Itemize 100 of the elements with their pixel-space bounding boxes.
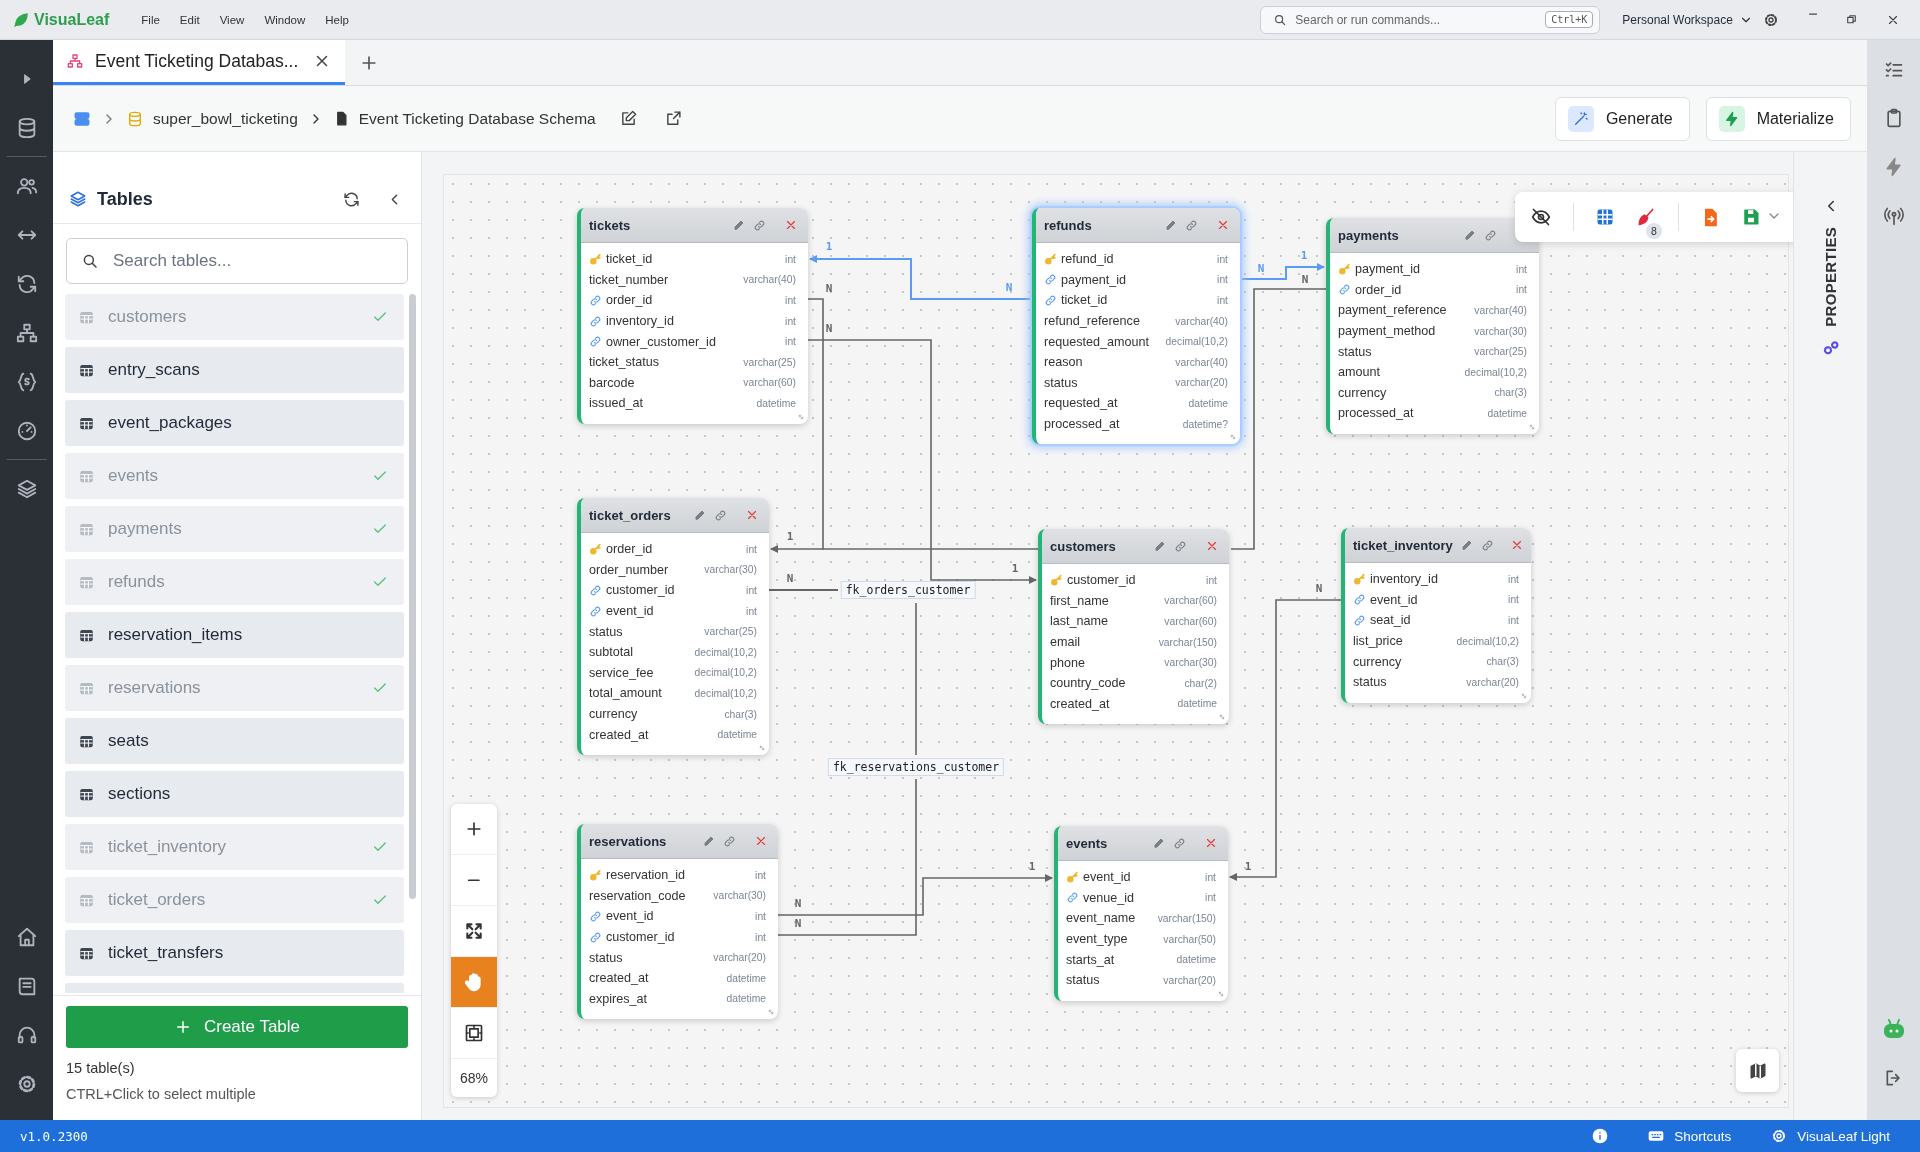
table-list-item[interactable]: event_packages [65,400,404,446]
column-name: inventory_id [1370,572,1439,587]
column-name: last_name [1050,614,1110,629]
table-list-item[interactable]: entry_scans [65,347,404,393]
scrollbar-thumb[interactable] [409,294,416,899]
save-icon[interactable] [1742,208,1760,226]
column-name: reservation_id [606,868,687,883]
link-icon [1338,283,1351,297]
refresh-icon[interactable] [343,190,360,208]
column-type: char(3) [1494,387,1527,399]
table-card[interactable]: refunds refund_id int payment_id int ticket_id int refund_reference varchar(40) requested_amount decimal(10,2) reason varchar(40) status varchar(20) requested_at datetime processed_at datetime? [1032,208,1240,445]
database-icon [127,110,143,127]
link-icon[interactable] [714,508,727,522]
grid-icon[interactable] [1596,208,1614,226]
antenna-icon[interactable] [1883,205,1904,226]
server-icon[interactable] [73,109,91,128]
theme-button[interactable]: VisuaLeaf Light [1771,1128,1890,1144]
menu-item[interactable]: Help [315,13,359,26]
create-table-button[interactable]: Create Table [66,1006,408,1048]
relationship-line[interactable] [777,778,917,936]
column-name: requested_at [1044,396,1119,411]
column-type: char(3) [1486,656,1519,668]
tab[interactable]: Event Ticketing Databas... [53,40,345,85]
link-icon[interactable] [1173,836,1186,850]
column-type: int [746,543,757,555]
cardinality-label: N [1315,582,1323,595]
relationship-line[interactable] [777,874,1053,916]
table-card[interactable]: payments payment_id int order_id int payment_reference varchar(40) payment_method varchar(30) status varchar(25) amount decimal(10,2) currency char(3) processed_at datetime [1326,218,1539,434]
link-icon[interactable] [1185,218,1198,232]
relationship-label[interactable]: fk_reservations_customer [827,758,1005,776]
menu-item[interactable]: View [209,13,255,26]
pencil-icon[interactable] [694,509,706,521]
relationship-label[interactable]: fk_orders_customer [840,581,976,599]
sync-icon[interactable] [15,272,38,295]
link-icon[interactable] [1484,228,1497,242]
pencil-icon[interactable] [1153,837,1165,849]
generate-button[interactable]: Generate [1554,96,1690,141]
menu-item[interactable]: Edit [169,13,210,26]
key-icon [1066,870,1079,884]
link-icon[interactable] [753,218,766,232]
column-type: varchar(40) [1175,315,1228,327]
settings-icon[interactable] [1762,11,1779,28]
column-name: payment_reference [1338,303,1448,318]
relationship-line[interactable] [807,339,1037,584]
robot-icon[interactable] [1881,1016,1906,1041]
column-type: char(3) [724,708,757,720]
column-type: int [1508,615,1519,626]
table-card[interactable]: events event_id int venue_id int event_name varchar(150) event_type varchar(50) starts_at datetime status varchar(20) [1054,826,1228,1001]
table-card[interactable]: reservations reservation_id int reservation_code varchar(30) event_id int customer_id int status varchar(20) created_at datetime expires_at datetime [577,824,778,1020]
materialize-button[interactable]: Materialize [1705,96,1851,141]
link-icon[interactable] [723,834,736,848]
minimap-button[interactable] [1736,1049,1779,1092]
table-list-item[interactable]: sections [65,771,404,817]
table-count: 15 table(s) [66,1060,136,1076]
column-name: starts_at [1066,952,1116,967]
table-list-item[interactable]: reservation_items [65,612,404,658]
hidden-eye-icon[interactable] [1531,207,1551,227]
command-search-field[interactable]: Search or run commands... Ctrl+K [1260,5,1601,34]
table-list-item[interactable]: ticket_transfers [65,930,404,976]
workspace-selector[interactable]: Personal Workspace [1622,12,1753,27]
column-type: int [1217,295,1228,306]
relationship-line[interactable] [1229,599,1342,881]
relationship-line[interactable] [1230,288,1327,550]
column-name: created_at [589,727,650,742]
pencil-icon[interactable] [1154,540,1166,552]
column-name: ticket_status [589,355,660,370]
table-list-item[interactable]: seats [65,718,404,764]
gauge-icon[interactable] [15,419,38,442]
column-name: reason [1044,355,1084,370]
table-card[interactable]: customers customer_id int first_name varchar(60) last_name varchar(60) email varchar(150) phone varchar(30) country_code char(2) created_at datetime [1038,529,1229,725]
relationship-line[interactable] [809,255,1033,300]
pencil-icon[interactable] [703,835,715,847]
table-card[interactable] [577,498,769,755]
broom-icon[interactable] [1636,207,1656,227]
column-name: status [1044,375,1079,390]
column-name: subtotal [589,645,635,660]
home-icon[interactable] [15,925,38,948]
link-icon[interactable] [1480,538,1494,552]
minimize-icon[interactable] [1808,12,1817,15]
diagram-icon[interactable] [15,321,38,344]
layers-icon[interactable] [15,477,38,500]
edit-icon[interactable] [619,110,637,127]
external-link-icon[interactable] [664,110,682,127]
pencil-icon[interactable] [733,219,745,231]
pencil-icon[interactable] [1165,219,1177,231]
column-name: status [1338,344,1373,359]
braces-icon[interactable] [15,370,38,393]
info-icon[interactable] [1592,1128,1609,1144]
shortcuts-button[interactable]: Shortcuts [1648,1128,1732,1144]
menu-item[interactable]: File [131,13,170,26]
link-icon[interactable] [1174,539,1187,553]
table-card[interactable]: tickets ticket_id int ticket_number varchar(40) order_id int inventory_id int owner_customer_id int ticket_status varchar(25) barcode varchar(60) issued_at datetime [577,208,808,424]
pencil-icon[interactable] [1464,229,1476,241]
breadcrumb-link[interactable]: super_bowl_ticketing [153,109,298,128]
pencil-icon[interactable] [1460,539,1473,551]
table-card[interactable]: ticket_inventory inventory_id int event_id int seat_id int list_price decimal(10,2) currency char(3) status varchar(20) [1341,528,1531,703]
restore-icon[interactable] [1845,12,1858,26]
menu-item[interactable]: Window [254,13,316,26]
search-field[interactable]: Search tables... [66,238,408,284]
column-name: currency [589,707,639,722]
